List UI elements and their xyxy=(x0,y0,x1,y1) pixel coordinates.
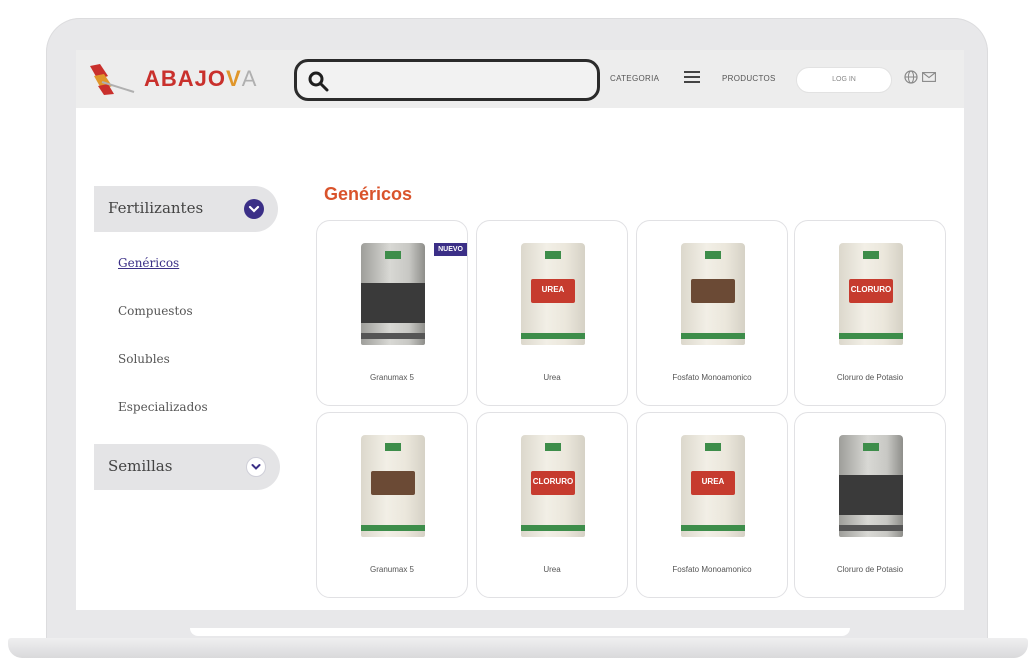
sidebar-category-semillas[interactable]: Semillas xyxy=(94,444,280,490)
browser-screen: ABAJOVA CATEGORIA PRODUCTOS LOG IN Ferti… xyxy=(76,50,964,610)
sidebar-category-label: Fertilizantes xyxy=(108,199,204,217)
nav-categoria-link[interactable]: CATEGORIA xyxy=(610,74,659,83)
new-badge: NUEVO xyxy=(434,243,467,256)
product-bag-icon: UREA xyxy=(521,243,585,345)
product-name: Urea xyxy=(543,565,561,574)
product-card[interactable]: UREA Fosfato Monoamonico xyxy=(636,412,788,598)
header-bar: ABAJOVA CATEGORIA PRODUCTOS LOG IN xyxy=(76,50,964,108)
product-card[interactable]: CLORURO Cloruro de Potasio xyxy=(794,220,946,406)
product-name: Cloruro de Potasio xyxy=(836,565,904,574)
product-bag-icon xyxy=(839,435,903,537)
product-card[interactable]: NUEVO Granumax 5 xyxy=(316,220,468,406)
product-bag-icon xyxy=(361,435,425,537)
product-card[interactable]: Fosfato Monoamonico xyxy=(636,220,788,406)
brand-name-part1: ABAJO xyxy=(144,66,227,91)
product-bag-icon: CLORURO xyxy=(839,243,903,345)
product-name: Fosfato Monoamonico xyxy=(672,565,752,574)
globe-icon[interactable] xyxy=(904,70,918,84)
laptop-mockup: ABAJOVA CATEGORIA PRODUCTOS LOG IN Ferti… xyxy=(0,0,1036,669)
mail-icon[interactable] xyxy=(922,72,936,82)
product-bag-icon: UREA xyxy=(681,435,745,537)
nav-productos-link[interactable]: PRODUCTOS xyxy=(722,74,776,83)
product-name: Cloruro de Potasio xyxy=(836,373,904,382)
product-name: Granumax 5 xyxy=(369,565,415,574)
chevron-down-icon[interactable] xyxy=(244,199,264,219)
hamburger-menu-icon[interactable] xyxy=(684,71,700,83)
sidebar-category-label: Semillas xyxy=(108,457,173,475)
laptop-base-notch xyxy=(190,628,850,636)
sidebar-item-especializados[interactable]: Especializados xyxy=(118,400,208,414)
product-name: Fosfato Monoamonico xyxy=(672,373,752,382)
brand-name-part3: A xyxy=(241,66,258,91)
product-card[interactable]: UREA Urea xyxy=(476,220,628,406)
product-name: Urea xyxy=(543,373,561,382)
brand-name[interactable]: ABAJOVA xyxy=(144,66,257,92)
product-bag-icon: CLORURO xyxy=(521,435,585,537)
chevron-down-icon[interactable] xyxy=(246,457,266,477)
abajova-wings-logo-icon[interactable] xyxy=(88,62,136,96)
product-name: Granumax 5 xyxy=(369,373,415,382)
sidebar-item-solubles[interactable]: Solubles xyxy=(118,352,170,366)
search-input[interactable] xyxy=(294,59,600,101)
product-card[interactable]: CLORURO Urea xyxy=(476,412,628,598)
product-card[interactable]: Cloruro de Potasio xyxy=(794,412,946,598)
search-icon xyxy=(308,71,329,92)
laptop-base xyxy=(8,638,1028,658)
login-button[interactable]: LOG IN xyxy=(796,67,892,93)
product-bag-icon xyxy=(681,243,745,345)
sidebar-item-genericos[interactable]: Genéricos xyxy=(118,256,179,270)
section-heading: Genéricos xyxy=(324,184,413,204)
sidebar-item-compuestos[interactable]: Compuestos xyxy=(118,304,193,318)
sidebar-category-fertilizantes[interactable]: Fertilizantes xyxy=(94,186,278,232)
product-bag-icon xyxy=(361,243,425,345)
brand-name-part2: V xyxy=(226,66,242,91)
product-card[interactable]: Granumax 5 xyxy=(316,412,468,598)
